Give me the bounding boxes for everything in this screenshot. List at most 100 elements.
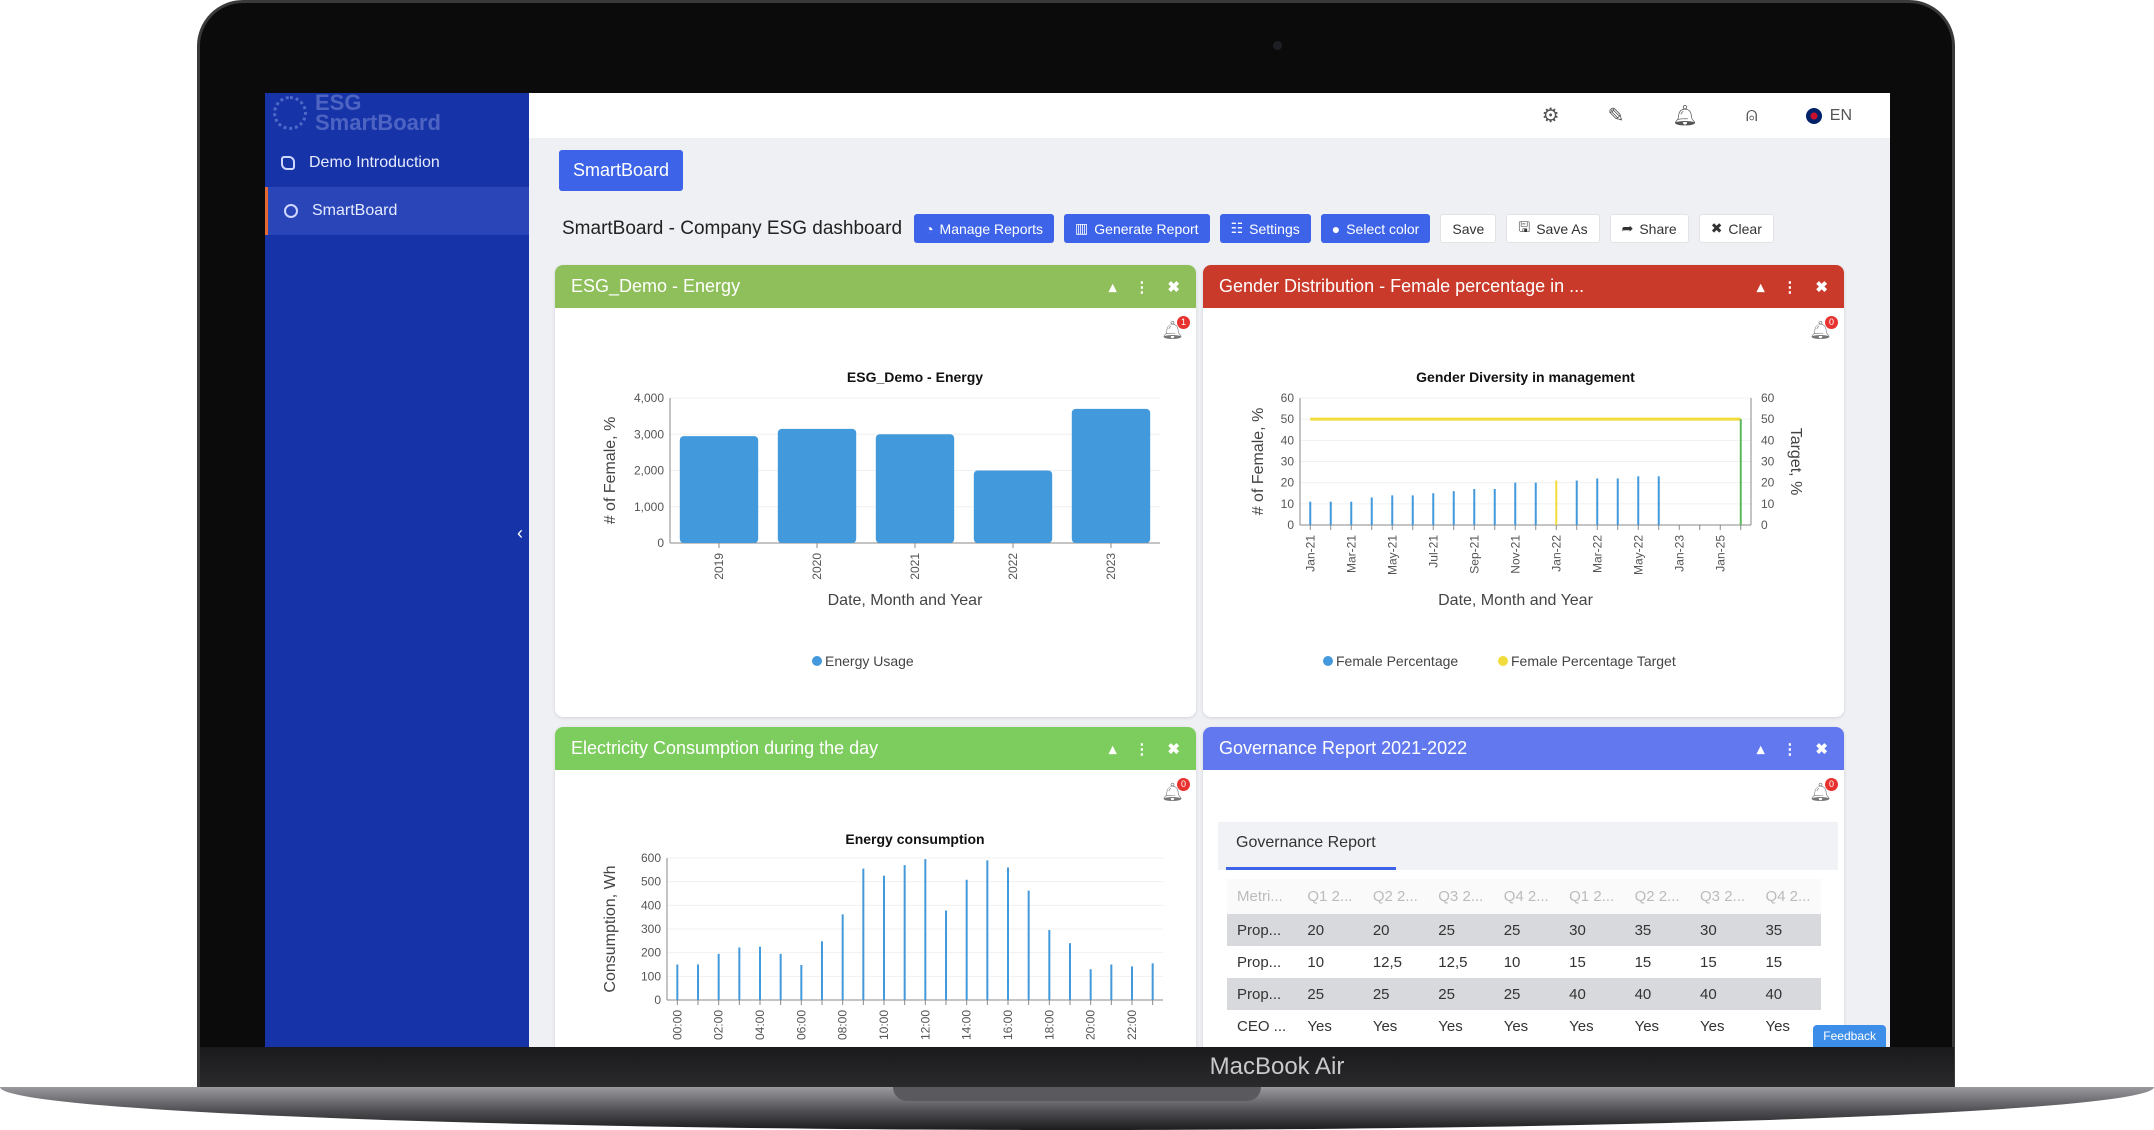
panel-electricity-consumption: Electricity Consumption during the day ▴ ⋮… [555, 727, 1196, 1047]
x-tick-label: Jan-25 [1713, 535, 1727, 572]
language-selector[interactable]: EN [1805, 107, 1852, 125]
leaf-icon [281, 156, 295, 170]
alert-bell-icon[interactable]: 🔔︎ 0 [1809, 778, 1838, 803]
collapse-sidebar-button[interactable]: ‹ [511, 505, 529, 561]
y-tick-label: 0 [1287, 518, 1294, 532]
x-tick-label: 2020 [810, 553, 824, 580]
table-cell: 15 [1765, 953, 1783, 971]
collapse-icon[interactable]: ▴ [1757, 740, 1765, 758]
y-tick-label: 50 [1281, 412, 1295, 426]
camera [1273, 41, 1282, 50]
toolbar-icon: ☷ [1230, 220, 1244, 236]
column-header[interactable]: Q3 2... [1428, 879, 1494, 914]
legend-label[interactable]: Energy Usage [825, 653, 914, 669]
bar[interactable] [777, 428, 857, 543]
panel-header[interactable]: Governance Report 2021-2022 ▴ ⋮ ✖ [1203, 727, 1844, 770]
x-tick-label: Jan-21 [1303, 535, 1317, 572]
column-header[interactable]: Q2 2... [1624, 879, 1691, 914]
column-header[interactable]: Q1 2... [1297, 879, 1363, 914]
y-tick-label: 0 [657, 536, 664, 550]
bar[interactable] [875, 434, 955, 543]
x-tick-label: 00:00 [670, 1010, 684, 1040]
legend-marker[interactable] [812, 656, 822, 666]
y-tick-label: 1,000 [634, 500, 664, 514]
column-header[interactable]: Q2 2... [1362, 879, 1429, 914]
toolbar: SmartBoard - Company ESG dashboard ◔ Mana… [562, 214, 1774, 243]
bar[interactable] [1071, 408, 1151, 543]
edit-icon[interactable]: ✎ [1608, 103, 1625, 128]
share-button[interactable]: ➦ Share [1609, 214, 1689, 243]
table-cell: Yes [1503, 1017, 1529, 1035]
gear-icon[interactable]: ⚙ [1542, 103, 1560, 128]
settings-button[interactable]: ☷ Settings [1219, 214, 1311, 243]
user-icon[interactable]: ⍝ [1746, 104, 1758, 127]
legend-marker[interactable] [1323, 656, 1333, 666]
table-cell: 40 [1690, 978, 1756, 1010]
y-tick-label: 400 [641, 898, 661, 912]
sidebar-item-demo-introduction[interactable]: Demo Introduction [265, 139, 529, 187]
table-row[interactable]: CEO ... Yes Yes Yes Yes Yes Yes Yes Yes [1227, 1010, 1821, 1042]
column-header[interactable]: Q4 2... [1493, 879, 1560, 914]
y-right-tick-label: 10 [1761, 497, 1775, 511]
save-as-button[interactable]: 🖫 Save As [1506, 214, 1600, 243]
save-button[interactable]: Save [1440, 214, 1497, 243]
x-tick-label: Sep-21 [1467, 535, 1481, 574]
chart-title: Gender Diversity in management [1416, 369, 1635, 385]
table-cell: 30 [1690, 914, 1756, 946]
table-cell: 25 [1297, 978, 1363, 1010]
logo[interactable]: ESG SmartBoard [273, 93, 441, 134]
table-cell: 10 [1307, 953, 1325, 971]
table-cell: Yes [1438, 1017, 1463, 1035]
y-tick-label: 30 [1281, 455, 1295, 469]
table-cell: Yes [1372, 1017, 1398, 1035]
y-right-tick-label: 50 [1761, 412, 1775, 426]
bar[interactable] [679, 436, 759, 543]
y-right-tick-label: 40 [1761, 433, 1775, 447]
table-cell: 25 [1493, 978, 1560, 1010]
x-tick-label: 08:00 [836, 1010, 850, 1040]
toolbar-icon: ➦ [1621, 220, 1634, 236]
chart: ESG_Demo - Energy 0 1,000 2,000 3,000 4,000 20… [602, 369, 1160, 669]
column-header[interactable]: Metri... [1227, 879, 1298, 914]
x-tick-label: 12:00 [918, 1010, 932, 1040]
circle-icon [284, 204, 298, 218]
table-cell: 40 [1624, 978, 1691, 1010]
screen: ESG SmartBoard Demo Introduction SmartBoa… [265, 93, 1890, 1047]
clear-button[interactable]: ✖ Clear [1698, 214, 1774, 243]
toolbar-icon: ▥ [1075, 220, 1089, 236]
table-row[interactable]: Prop... 25 25 25 25 40 40 40 40 [1227, 978, 1821, 1010]
feedback-button[interactable]: Feedback [1813, 1025, 1886, 1047]
column-header[interactable]: Q1 2... [1559, 879, 1625, 914]
sidebar-item-smartboard[interactable]: SmartBoard [265, 187, 529, 235]
table-cell: 25 [1428, 914, 1494, 946]
table-row[interactable]: Prop... 20 20 25 25 30 35 30 35 [1227, 914, 1821, 946]
table-row[interactable]: Prop... 10 12,5 12,5 10 15 15 15 15 [1227, 946, 1821, 978]
more-options-icon[interactable]: ⋮ [1782, 740, 1797, 758]
legend-marker[interactable] [1498, 656, 1508, 666]
uk-flag-icon [1805, 107, 1822, 124]
sidebar: ESG SmartBoard Demo Introduction SmartBoa… [265, 93, 529, 1047]
y-tick-label: 200 [641, 946, 661, 960]
y-tick-label: 20 [1281, 476, 1295, 490]
table-cell: 35 [1624, 914, 1691, 946]
select-color-button[interactable]: ● Select color [1320, 214, 1431, 243]
manage-reports-button[interactable]: ◔ Manage Reports [914, 214, 1055, 243]
close-icon[interactable]: ✖ [1815, 740, 1828, 758]
generate-report-button[interactable]: ▥ Generate Report [1064, 214, 1210, 243]
legend-label[interactable]: Female Percentage Target [1511, 653, 1676, 669]
column-header[interactable]: Q3 2... [1690, 879, 1756, 914]
tab-governance-report[interactable]: Governance Report [1218, 822, 1838, 870]
chevron-left-icon: ‹ [517, 522, 523, 543]
toolbar-icon: ✖ [1710, 220, 1723, 236]
smartboard-button[interactable]: SmartBoard [559, 150, 683, 191]
y-right-axis-label: Target, % [1787, 428, 1804, 496]
table-cell: Prop... [1227, 914, 1298, 946]
table-cell: 40 [1755, 978, 1821, 1010]
x-tick-label: 06:00 [794, 1010, 808, 1040]
bell-icon[interactable]: 🔔︎ [1672, 103, 1697, 128]
column-header[interactable]: Q4 2... [1755, 879, 1821, 914]
table-cell: 25 [1428, 978, 1494, 1010]
legend-label[interactable]: Female Percentage [1336, 653, 1458, 669]
y-tick-label: 0 [654, 993, 661, 1007]
bar[interactable] [973, 470, 1053, 544]
